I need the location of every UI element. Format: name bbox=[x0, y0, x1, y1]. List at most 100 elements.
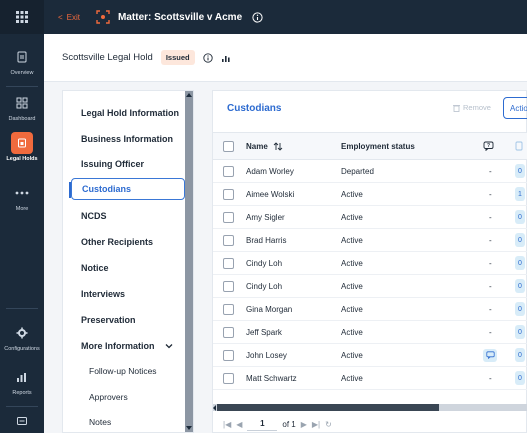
table-row[interactable]: Cindy Loh Active - 0 bbox=[213, 275, 527, 298]
row-checkbox[interactable] bbox=[223, 303, 234, 315]
table-row[interactable]: Matt Schwartz Active - 0 bbox=[213, 367, 527, 390]
scroll-up-arrow-icon[interactable] bbox=[186, 93, 192, 97]
interview-value: - bbox=[489, 189, 492, 199]
row-checkbox[interactable] bbox=[223, 349, 234, 361]
scroll-down-arrow-icon[interactable] bbox=[186, 426, 192, 430]
employment-status: Active bbox=[341, 235, 363, 245]
more-icon bbox=[15, 191, 29, 195]
employment-status: Active bbox=[341, 373, 363, 383]
rail-item-configurations[interactable]: Configurations bbox=[0, 322, 44, 352]
custodians-table: Name Employment status ? Adam Worley Dep… bbox=[213, 132, 527, 390]
employment-status: Active bbox=[341, 212, 363, 222]
custodian-name: Jeff Spark bbox=[246, 327, 282, 337]
nav-item-legal-hold-information[interactable]: Legal Hold Information bbox=[71, 102, 185, 124]
rail-item-legal-holds[interactable]: Legal Holds bbox=[0, 132, 44, 162]
info-icon[interactable] bbox=[202, 52, 213, 63]
actions-button[interactable]: Actio bbox=[503, 97, 527, 119]
nav-item-issuing-officer[interactable]: Issuing Officer bbox=[71, 153, 185, 175]
column-header-interview[interactable]: ? bbox=[483, 133, 494, 159]
count-pill[interactable]: 0 bbox=[515, 302, 525, 316]
exit-button[interactable]: < Exit bbox=[58, 13, 80, 22]
pagination: |◀ ◀ 1 of 1 ▶ ▶| ↻ bbox=[223, 415, 332, 433]
svg-text:?: ? bbox=[487, 143, 490, 149]
refresh-icon[interactable]: ↻ bbox=[325, 420, 332, 429]
sort-icon[interactable] bbox=[273, 141, 283, 151]
nav-item-preservation[interactable]: Preservation bbox=[71, 309, 185, 331]
table-row[interactable]: Jeff Spark Active - 0 bbox=[213, 321, 527, 344]
employment-status: Active bbox=[341, 189, 363, 199]
nav-item-notice[interactable]: Notice bbox=[71, 257, 185, 279]
scroll-left-arrow-icon[interactable] bbox=[213, 405, 216, 411]
row-checkbox[interactable] bbox=[223, 280, 234, 292]
count-pill[interactable]: 0 bbox=[515, 233, 525, 247]
column-header-name[interactable]: Name bbox=[246, 133, 283, 159]
rail-label-dashboard: Dashboard bbox=[8, 116, 36, 122]
trash-icon bbox=[453, 104, 460, 112]
row-checkbox[interactable] bbox=[223, 257, 234, 269]
nav-scrollbar[interactable] bbox=[185, 91, 193, 432]
count-pill[interactable]: 0 bbox=[515, 210, 525, 224]
rail-item-more[interactable]: More bbox=[0, 182, 44, 212]
table-row[interactable]: Aimee Wolski Active - 1 bbox=[213, 183, 527, 206]
count-pill[interactable]: 1 bbox=[515, 187, 525, 201]
info-icon[interactable] bbox=[252, 11, 263, 23]
row-checkbox[interactable] bbox=[223, 372, 234, 384]
table-row[interactable]: Gina Morgan Active - 0 bbox=[213, 298, 527, 321]
page-number-input[interactable]: 1 bbox=[247, 417, 278, 431]
app-grid-button[interactable] bbox=[0, 0, 44, 34]
nav-item-other-recipients[interactable]: Other Recipients bbox=[71, 231, 185, 253]
section-nav: Legal Hold Information Business Informat… bbox=[62, 90, 194, 433]
custodian-name: Brad Harris bbox=[246, 235, 287, 245]
rail-item-reports[interactable]: Reports bbox=[0, 366, 44, 396]
column-header-employment-status[interactable]: Employment status bbox=[341, 133, 415, 159]
gear-icon bbox=[16, 327, 28, 339]
count-pill[interactable]: 0 bbox=[515, 371, 525, 385]
chart-icon[interactable] bbox=[221, 53, 231, 63]
employment-status: Active bbox=[341, 327, 363, 337]
count-pill[interactable]: 0 bbox=[515, 348, 525, 362]
row-checkbox[interactable] bbox=[223, 188, 234, 200]
last-page-icon[interactable]: ▶| bbox=[312, 420, 320, 429]
next-page-icon[interactable]: ▶ bbox=[301, 420, 307, 429]
nav-item-label: More Information bbox=[81, 341, 155, 351]
nav-item-more-information[interactable]: More Information bbox=[71, 335, 185, 357]
table-row[interactable]: John Losey Active 0 bbox=[213, 344, 527, 367]
row-checkbox[interactable] bbox=[223, 165, 234, 177]
rail-label-reports: Reports bbox=[12, 390, 32, 396]
count-pill[interactable]: 0 bbox=[515, 164, 525, 178]
table-row[interactable]: Cindy Loh Active - 0 bbox=[213, 252, 527, 275]
interview-chip[interactable] bbox=[483, 348, 497, 362]
table-row[interactable]: Adam Worley Departed - 0 bbox=[213, 160, 527, 183]
left-rail: Overview Dashboard Legal Holds More Conf… bbox=[0, 0, 44, 433]
horizontal-scrollbar[interactable] bbox=[213, 404, 527, 411]
row-checkbox[interactable] bbox=[223, 234, 234, 246]
remove-button[interactable]: Remove bbox=[453, 103, 491, 112]
row-checkbox[interactable] bbox=[223, 211, 234, 223]
nav-item-ncds[interactable]: NCDS bbox=[71, 205, 185, 227]
nav-item-follow-up-notices[interactable]: Follow-up Notices bbox=[71, 360, 185, 382]
prev-page-icon[interactable]: ◀ bbox=[236, 420, 242, 429]
interview-value: - bbox=[489, 258, 492, 268]
message-icon bbox=[485, 351, 495, 359]
nav-item-notes[interactable]: Notes bbox=[71, 411, 185, 432]
first-page-icon[interactable]: |◀ bbox=[223, 420, 231, 429]
table-row[interactable]: Brad Harris Active - 0 bbox=[213, 229, 527, 252]
rail-item-tray[interactable] bbox=[0, 410, 44, 433]
count-pill[interactable]: 0 bbox=[515, 279, 525, 293]
table-row[interactable]: Amy Sigler Active - 0 bbox=[213, 206, 527, 229]
rail-divider-bottom bbox=[6, 308, 38, 309]
nav-item-business-information[interactable]: Business Information bbox=[71, 128, 185, 150]
count-pill[interactable]: 0 bbox=[515, 256, 525, 270]
nav-item-custodians[interactable]: Custodians bbox=[69, 178, 185, 200]
select-all-checkbox[interactable] bbox=[223, 140, 234, 152]
nav-item-interviews[interactable]: Interviews bbox=[71, 283, 185, 305]
scrollbar-thumb[interactable] bbox=[217, 404, 439, 411]
chevron-left-icon: < bbox=[58, 12, 63, 22]
rail-item-overview[interactable]: Overview bbox=[0, 46, 44, 76]
row-checkbox[interactable] bbox=[223, 326, 234, 338]
nav-item-approvers[interactable]: Approvers bbox=[71, 386, 185, 408]
column-header-count[interactable] bbox=[515, 133, 523, 159]
rail-item-dashboard[interactable]: Dashboard bbox=[0, 92, 44, 122]
rail-divider-last bbox=[6, 406, 38, 407]
count-pill[interactable]: 0 bbox=[515, 325, 525, 339]
